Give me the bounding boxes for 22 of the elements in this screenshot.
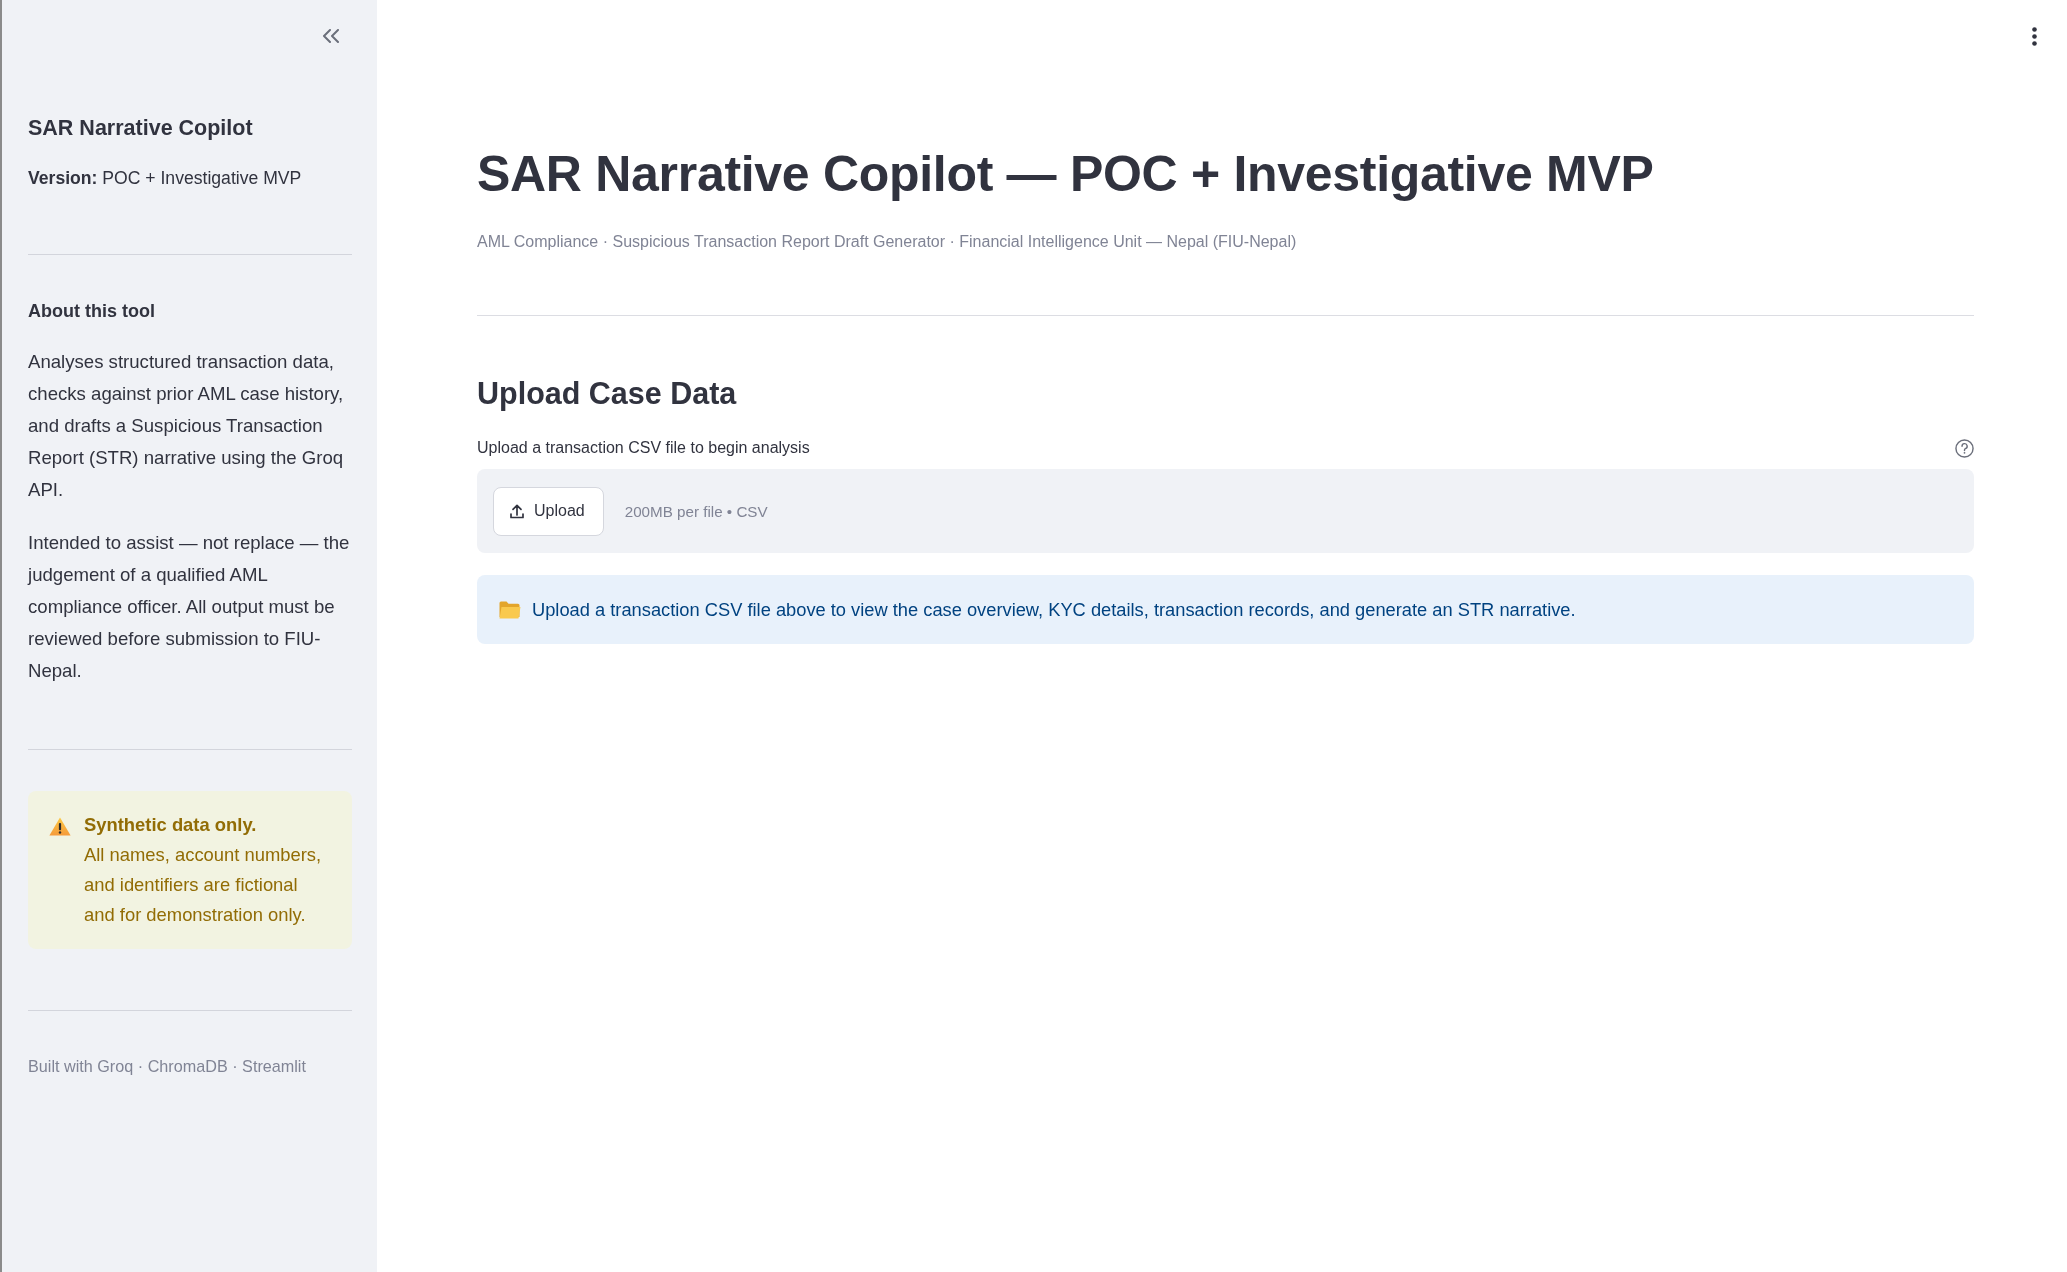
app-title: SAR Narrative Copilot [28, 115, 254, 142]
file-upload-field[interactable]: Upload 200MB per file • CSV [477, 469, 1974, 553]
page-title: SAR Narrative Copilot — POC + Investigative MVP [477, 145, 1655, 204]
description-text: Intended to assist — not replace — the judgement of a qualified AML compliance officer. All output must be reviewed before submission to FIU-Nepal. [28, 531, 351, 683]
section-heading: Upload Case Data [477, 375, 738, 412]
description-text: Analyses structured transaction data, checks against prior AML case history, and drafts a Suspicious Transaction Report (STR) narrative using the Groq API. [28, 350, 345, 502]
page-subtitle: AML Compliance · Suspicious Transaction Report Draft Generator · Financial Intelligence Unit — Nepal (FIU-Nepal) [477, 232, 1298, 252]
info-text: Upload a transaction CSV file above to view the case overview, KYC details, transaction records, and generate an STR narrative. [532, 597, 1576, 622]
warning-icon [49, 817, 71, 836]
alert-title: Synthetic data only. [84, 813, 258, 837]
field-label: Upload a transaction CSV file to begin analysis [477, 438, 810, 458]
upload-icon [510, 503, 524, 519]
version-text: Version: POC + Investigative MVP [28, 167, 303, 190]
footer-text: Built with Groq · ChromaDB · Streamlit [28, 1056, 307, 1077]
folder-icon [499, 600, 521, 619]
alert-text: All names, account numbers, and identifiers are fictional and for demonstration only. [84, 843, 323, 927]
vertical-dots-icon[interactable] [2032, 26, 2037, 46]
file-limits-text: 200MB per file • CSV [624, 502, 768, 520]
upload-button[interactable]: Upload [493, 486, 604, 536]
double-chevron-left-icon[interactable] [322, 29, 340, 43]
help-icon[interactable] [1955, 438, 1974, 458]
section-heading: About this tool [28, 300, 156, 323]
